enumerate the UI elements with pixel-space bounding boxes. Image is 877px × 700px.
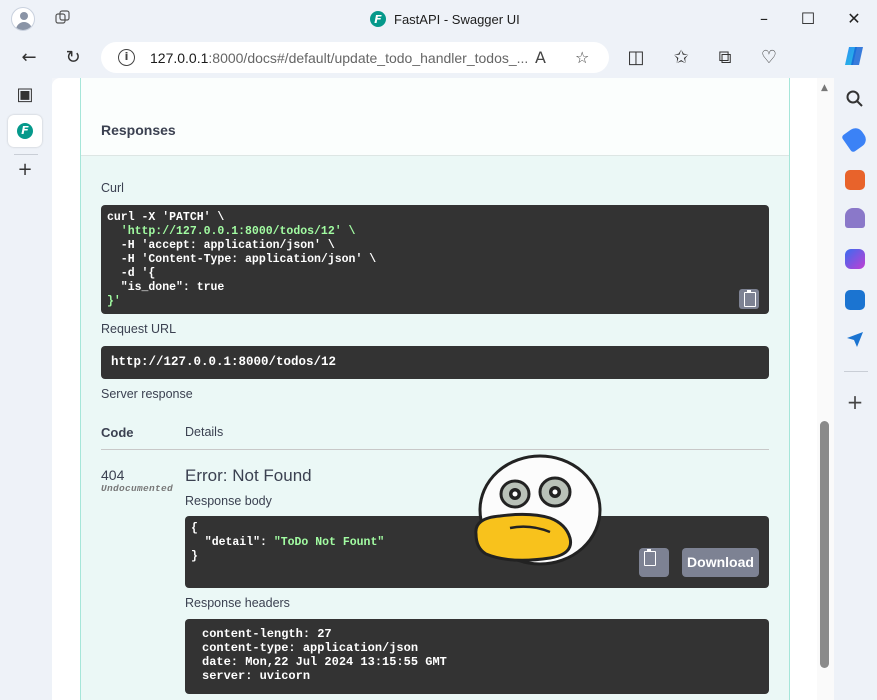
fastapi-favicon-icon: F xyxy=(17,123,33,139)
duck-mascot-sticker xyxy=(474,454,602,566)
workspaces-icon[interactable] xyxy=(55,10,71,26)
window-title: FastAPI - Swagger UI xyxy=(394,11,520,27)
divider xyxy=(101,449,769,450)
profile-avatar-icon[interactable] xyxy=(11,7,35,31)
swagger-page: Responses Curl curl -X 'PATCH' \ 'http:/… xyxy=(52,78,817,700)
outlook-icon[interactable] xyxy=(845,290,865,310)
right-sidebar: + xyxy=(834,78,877,700)
responses-header: Responses xyxy=(81,78,789,156)
maximize-icon[interactable]: ☐ xyxy=(797,8,819,30)
games-icon[interactable] xyxy=(845,208,865,228)
scrollbar-thumb[interactable] xyxy=(820,421,829,668)
response-headers-code[interactable]: content-length: 27 content-type: applica… xyxy=(185,619,769,694)
shopping-tag-icon[interactable] xyxy=(841,125,869,153)
address-url[interactable]: 127.0.0.1:8000/docs#/default/update_todo… xyxy=(150,50,528,66)
error-message: Error: Not Found xyxy=(185,466,312,485)
favorite-star-icon[interactable]: ☆ xyxy=(575,48,589,67)
curl-code-block[interactable]: curl -X 'PATCH' \ 'http://127.0.0.1:8000… xyxy=(101,205,769,314)
server-response-label: Server response xyxy=(101,387,193,401)
scroll-up-icon[interactable]: ▲ xyxy=(821,83,828,93)
request-url-value: http://127.0.0.1:8000/todos/12 xyxy=(101,346,769,379)
minimize-icon[interactable]: – xyxy=(753,8,775,30)
page-scrollbar[interactable]: ▲ xyxy=(817,78,834,700)
tab-actions-icon[interactable]: ▣ xyxy=(14,84,36,106)
split-screen-icon[interactable]: ◫ xyxy=(624,46,648,70)
fastapi-favicon-icon: F xyxy=(370,11,386,27)
read-aloud-icon[interactable]: A xyxy=(535,48,546,67)
address-bar[interactable]: i 127.0.0.1:8000/docs#/default/update_to… xyxy=(101,42,609,73)
column-header-code: Code xyxy=(101,425,134,440)
favorites-icon[interactable]: ✩ xyxy=(669,46,693,70)
responses-title: Responses xyxy=(101,122,176,138)
add-icon[interactable]: + xyxy=(845,392,865,412)
new-tab-icon[interactable]: + xyxy=(14,159,36,181)
status-code: 404 xyxy=(101,467,125,483)
undocumented-label: Undocumented xyxy=(101,483,174,494)
copilot-icon[interactable] xyxy=(843,44,867,68)
vertical-tabs-bar: ▣ F + xyxy=(0,78,52,700)
close-icon[interactable]: ✕ xyxy=(843,8,865,30)
patch-operation-block: Responses Curl curl -X 'PATCH' \ 'http:/… xyxy=(80,78,790,700)
microsoft365-icon[interactable] xyxy=(845,249,865,269)
tools-icon[interactable] xyxy=(845,170,865,190)
response-body-label: Response body xyxy=(185,494,272,508)
title-bar: F FastAPI - Swagger UI – ☐ ✕ xyxy=(0,0,877,38)
search-icon[interactable] xyxy=(845,89,865,109)
download-button[interactable]: Download xyxy=(682,548,759,577)
copy-response-icon[interactable] xyxy=(639,548,669,577)
divider xyxy=(844,371,868,372)
response-headers-label: Response headers xyxy=(185,596,290,610)
tab-fastapi[interactable]: F xyxy=(8,115,42,147)
copy-curl-icon[interactable] xyxy=(739,289,759,309)
column-header-details: Details xyxy=(185,425,224,439)
refresh-icon[interactable]: ↻ xyxy=(61,46,85,70)
navigation-bar: ← ↻ i 127.0.0.1:8000/docs#/default/updat… xyxy=(0,38,877,78)
collections-icon[interactable]: ⧉ xyxy=(713,46,737,70)
request-url-label: Request URL xyxy=(101,322,177,336)
site-info-icon[interactable]: i xyxy=(118,49,135,66)
send-icon[interactable] xyxy=(845,329,865,349)
browser-essentials-icon[interactable]: ♡ xyxy=(757,46,781,70)
back-icon[interactable]: ← xyxy=(17,46,41,70)
curl-label: Curl xyxy=(101,181,124,195)
divider xyxy=(14,154,38,155)
